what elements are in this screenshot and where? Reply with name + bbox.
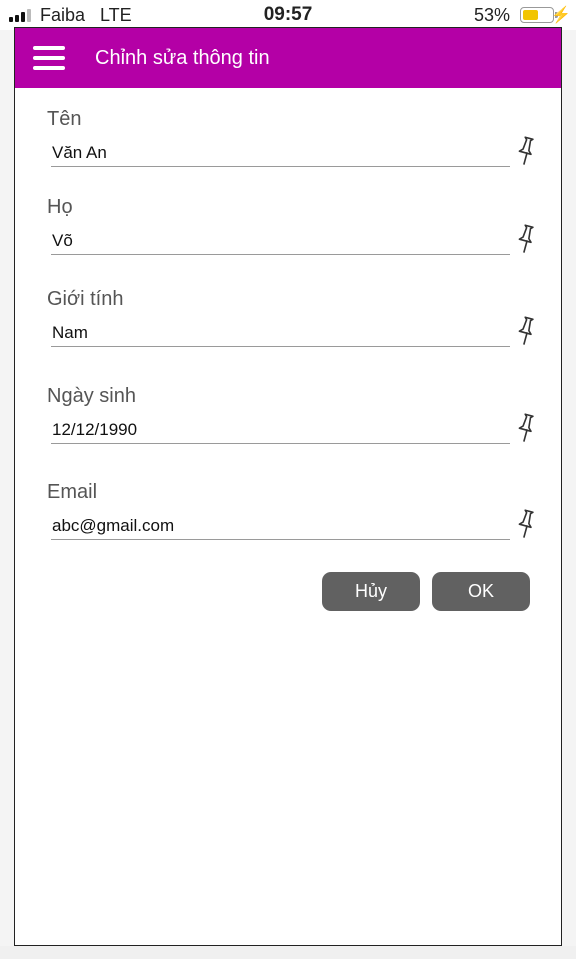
- last-name-input[interactable]: [51, 228, 510, 255]
- last-name-label: Họ: [47, 196, 73, 218]
- first-name-label: Tên: [47, 108, 82, 130]
- email-input[interactable]: [51, 513, 510, 540]
- gender-field: Giới tính: [47, 286, 537, 347]
- dialog-actions: Hủy OK: [322, 572, 532, 612]
- pin-icon[interactable]: [515, 509, 537, 539]
- battery-percent: 53%: [473, 5, 510, 25]
- status-bar: Faiba LTE 09:57 53% ⚡: [0, 0, 576, 30]
- pin-icon[interactable]: [515, 316, 537, 346]
- last-name-field: Họ: [47, 194, 537, 255]
- email-field: Email: [47, 479, 537, 540]
- bottom-edge: [0, 946, 576, 959]
- edit-info-dialog: Chỉnh sửa thông tin Tên Họ: [14, 27, 562, 946]
- email-label: Email: [47, 481, 98, 503]
- first-name-field: Tên: [47, 106, 537, 167]
- birthdate-label: Ngày sinh: [47, 385, 136, 407]
- pin-icon[interactable]: [515, 136, 537, 166]
- ok-button[interactable]: OK: [432, 572, 530, 611]
- phone-screen: Faiba LTE 09:57 53% ⚡ Chỉnh sửa thông ti…: [0, 0, 576, 959]
- cancel-button[interactable]: Hủy: [322, 572, 420, 611]
- app-bar: Chỉnh sửa thông tin: [15, 28, 561, 88]
- battery-level-fill: [523, 10, 538, 20]
- birthdate-field: Ngày sinh: [47, 383, 537, 444]
- pin-icon[interactable]: [515, 413, 537, 443]
- hamburger-menu-icon[interactable]: [33, 44, 67, 72]
- pin-icon[interactable]: [515, 224, 537, 254]
- first-name-input[interactable]: [51, 140, 510, 167]
- battery-icon: [520, 7, 554, 23]
- gender-label: Giới tính: [47, 288, 124, 310]
- charging-bolt-icon: ⚡: [551, 7, 571, 24]
- birthdate-input[interactable]: [51, 417, 510, 444]
- gender-input[interactable]: [51, 320, 510, 347]
- page-title: Chỉnh sửa thông tin: [95, 47, 270, 69]
